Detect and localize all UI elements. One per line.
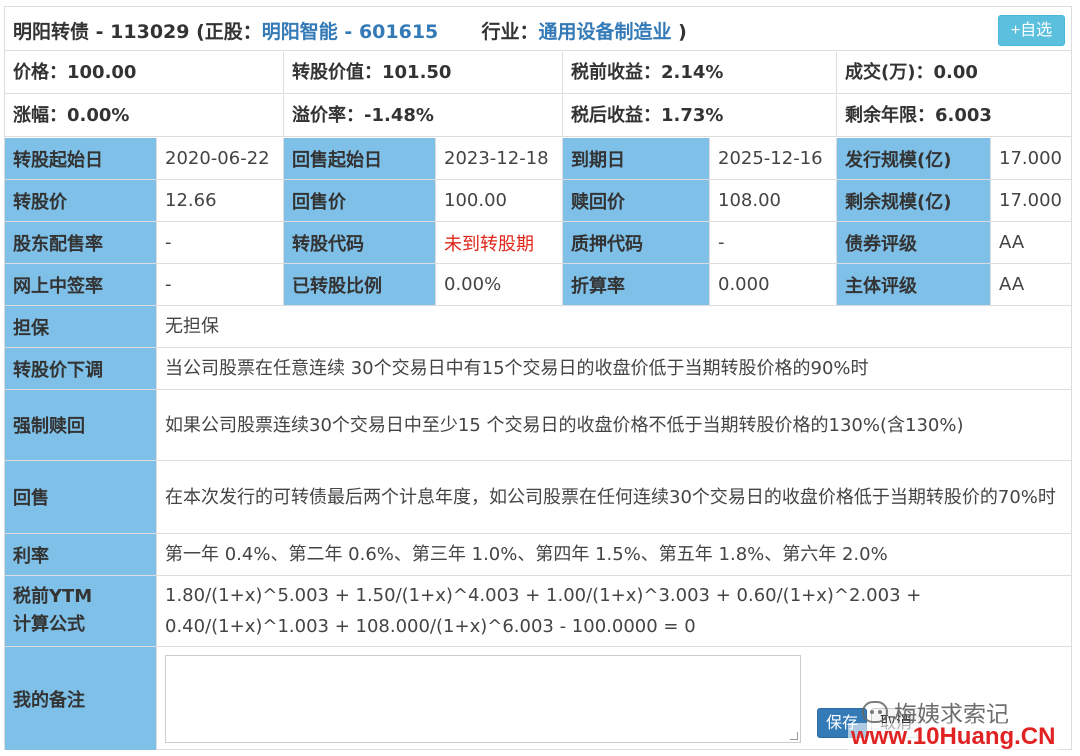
- table-row: 转股起始日 2020-06-22 回售起始日 2023-12-18 到期日 20…: [5, 138, 1071, 180]
- grid-label: 到期日: [563, 138, 710, 179]
- grid-label: 主体评级: [837, 264, 991, 305]
- grid-label: 赎回价: [563, 180, 710, 221]
- table-row: 股东配售率 - 转股代码 未到转股期 质押代码 - 债券评级 AA: [5, 222, 1071, 264]
- remaining-years-stat: 剩余年限：6.003: [845, 105, 992, 126]
- grid-value: 108.00: [710, 180, 837, 221]
- volume-stat: 成交(万)：0.00: [845, 62, 978, 83]
- call-label: 强制赎回: [5, 390, 157, 460]
- grid-value: 2025-12-16: [710, 138, 837, 179]
- grid-label: 已转股比例: [284, 264, 436, 305]
- ytm-formula-line: 1.80/(1+x)^5.003 + 1.50/(1+x)^4.003 + 1.…: [165, 585, 922, 606]
- summary-row: 价格：100.00 转股价值：101.50 税前收益：2.14% 成交(万)：0…: [5, 52, 1071, 94]
- grid-label: 发行规模(亿): [837, 138, 991, 179]
- downward-label: 转股价下调: [5, 348, 157, 389]
- grid-value: 0.00%: [436, 264, 563, 305]
- bond-header: 明阳转债 - 113029 (正股：明阳智能 - 601615 行业：通用设备制…: [5, 7, 1071, 51]
- put-value: 在本次发行的可转债最后两个计息年度，如公司股票在任何连续30个交易日的收盘价格低…: [165, 486, 1056, 508]
- aftertax-yield-stat: 税后收益：1.73%: [563, 95, 837, 137]
- grid-label: 转股价: [5, 180, 157, 221]
- ytm-label-line: 税前YTM: [13, 586, 93, 607]
- grid-label: 质押代码: [563, 222, 710, 263]
- ytm-label-line: 计算公式: [13, 614, 85, 635]
- ytm-formula-line: 0.40/(1+x)^1.003 + 108.000/(1+x)^6.003 -…: [165, 616, 696, 637]
- ytm-formula: 1.80/(1+x)^5.003 + 1.50/(1+x)^4.003 + 1.…: [157, 576, 1071, 646]
- notes-label: 我的备注: [5, 647, 157, 750]
- grid-value: 12.66: [157, 180, 284, 221]
- premium-stat: 溢价率：-1.48%: [284, 95, 563, 137]
- stock-name-link[interactable]: 明阳智能: [262, 21, 338, 43]
- call-value: 如果公司股票连续30个交易日中至少15 个交易日的收盘价格不低于当期转股价格的1…: [165, 414, 964, 436]
- ytm-formula-row: 税前YTM 计算公式 1.80/(1+x)^5.003 + 1.50/(1+x)…: [5, 576, 1071, 647]
- industry-link[interactable]: 通用设备制造业: [539, 21, 672, 43]
- grid-label: 债券评级: [837, 222, 991, 263]
- conversion-value-stat: 转股价值：101.50: [284, 52, 563, 94]
- bond-code: 113029: [110, 21, 190, 43]
- ytm-label: 税前YTM 计算公式: [5, 576, 157, 646]
- put-label: 回售: [5, 461, 157, 533]
- stock-code-link[interactable]: 601615: [359, 21, 438, 43]
- add-watchlist-button[interactable]: +自选: [998, 15, 1065, 46]
- pretax-yield-stat: 税前收益：2.14%: [563, 52, 837, 94]
- grid-label: 回售价: [284, 180, 436, 221]
- watermark-url: www.10Huang.CN: [848, 723, 1059, 751]
- guarantee-row: 担保 无担保: [5, 306, 1071, 348]
- interest-rate-row: 利率 第一年 0.4%、第二年 0.6%、第三年 1.0%、第四年 1.5%、第…: [5, 534, 1071, 576]
- grid-value: AA: [999, 274, 1025, 295]
- wechat-icon: [862, 701, 888, 723]
- grid-value: 17.000: [999, 190, 1062, 211]
- industry-label: 行业：: [481, 21, 539, 43]
- grid-label: 股东配售率: [5, 222, 157, 263]
- notes-textarea[interactable]: [165, 655, 801, 743]
- grid-value: 17.000: [999, 148, 1062, 169]
- put-row: 回售 在本次发行的可转债最后两个计息年度，如公司股票在任何连续30个交易日的收盘…: [5, 461, 1071, 534]
- downward-revision-row: 转股价下调 当公司股票在任意连续 30个交易日中有15个交易日的收盘价低于当期转…: [5, 348, 1071, 390]
- bond-name: 明阳转债: [13, 21, 90, 43]
- grid-value: 2023-12-18: [436, 138, 563, 179]
- grid-value: -: [157, 222, 284, 263]
- grid-label: 回售起始日: [284, 138, 436, 179]
- grid-label: 剩余规模(亿): [837, 180, 991, 221]
- downward-value: 当公司股票在任意连续 30个交易日中有15个交易日的收盘价低于当期转股价格的90…: [165, 358, 869, 379]
- grid-label: 折算率: [563, 264, 710, 305]
- grid-value: -: [157, 264, 284, 305]
- table-row: 网上中签率 - 已转股比例 0.00% 折算率 0.000 主体评级 AA: [5, 264, 1071, 306]
- guarantee-value: 无担保: [165, 316, 219, 337]
- price-stat: 价格：100.00: [5, 52, 284, 94]
- rate-value: 第一年 0.4%、第二年 0.6%、第三年 1.0%、第四年 1.5%、第五年 …: [165, 544, 888, 565]
- grid-label: 转股起始日: [5, 138, 157, 179]
- change-stat: 涨幅：0.00%: [5, 95, 284, 137]
- summary-row: 涨幅：0.00% 溢价率：-1.48% 税后收益：1.73% 剩余年限：6.00…: [5, 95, 1071, 137]
- bond-title: 明阳转债 - 113029 (正股：明阳智能 - 601615 行业：通用设备制…: [13, 21, 687, 43]
- forced-call-row: 强制赎回 如果公司股票连续30个交易日中至少15 个交易日的收盘价格不低于当期转…: [5, 390, 1071, 461]
- grid-value: 100.00: [436, 180, 563, 221]
- title-suffix: ): [678, 21, 687, 43]
- grid-label: 转股代码: [284, 222, 436, 263]
- rate-label: 利率: [5, 534, 157, 575]
- guarantee-label: 担保: [5, 306, 157, 347]
- grid-value: AA: [999, 232, 1025, 253]
- grid-value: -: [710, 222, 837, 263]
- table-row: 转股价 12.66 回售价 100.00 赎回价 108.00 剩余规模(亿) …: [5, 180, 1071, 222]
- conversion-code-status: 未到转股期: [436, 222, 563, 263]
- grid-label: 网上中签率: [5, 264, 157, 305]
- resize-handle-icon[interactable]: [790, 732, 798, 740]
- stock-prefix: (正股：: [196, 21, 262, 43]
- grid-value: 0.000: [710, 264, 837, 305]
- grid-value: 2020-06-22: [157, 138, 284, 179]
